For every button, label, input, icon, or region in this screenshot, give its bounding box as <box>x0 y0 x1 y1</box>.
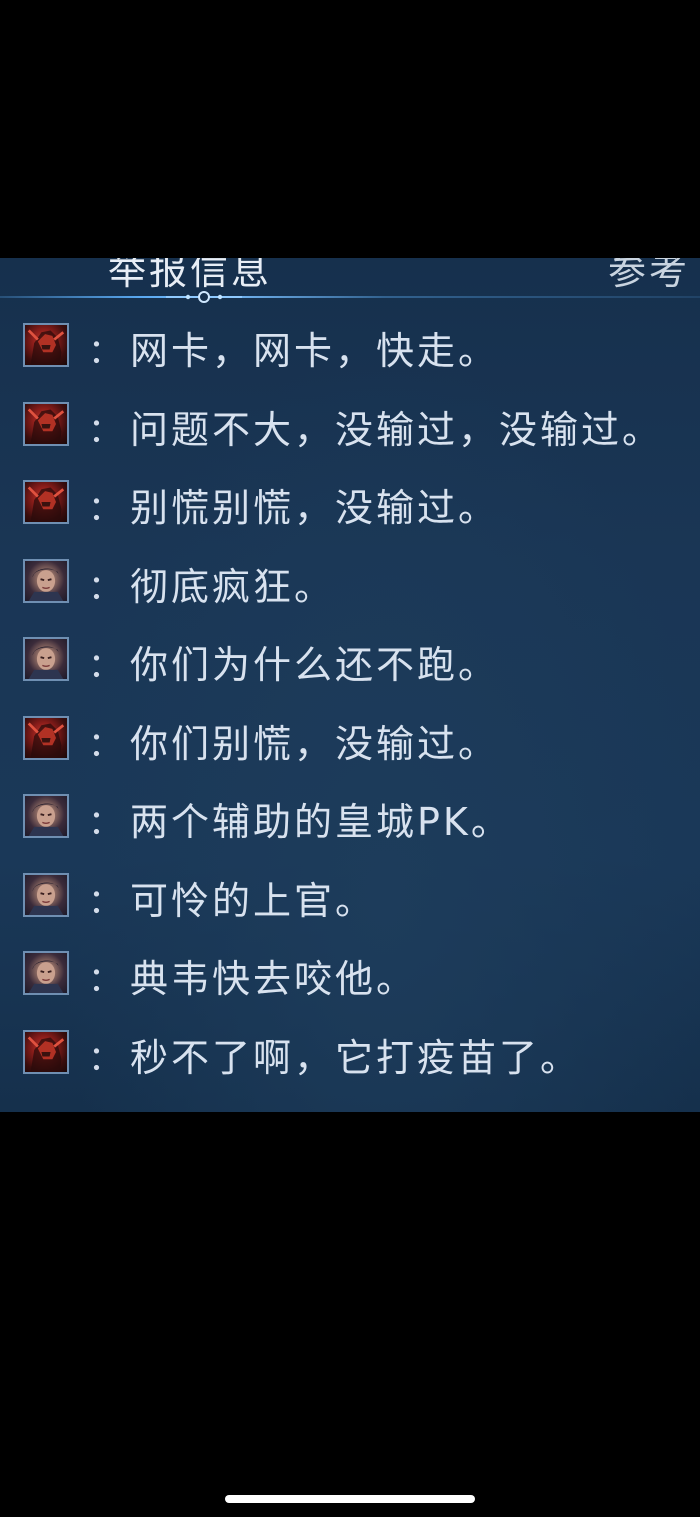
hero-avatar[interactable] <box>23 951 69 995</box>
chat-message: ： 网卡，网卡，快走。 <box>0 320 700 399</box>
hero-a-avatar-icon <box>27 486 65 522</box>
hero-b-avatar-icon <box>28 881 64 915</box>
message-text: 网卡，网卡，快走。 <box>130 329 500 373</box>
chat-message: ： 问题不大，没输过，没输过。 <box>0 399 700 478</box>
chat-message: ： 可怜的上官。 <box>0 870 700 949</box>
hero-avatar[interactable] <box>23 401 69 446</box>
separator: ： <box>88 881 122 922</box>
hero-avatar[interactable] <box>23 715 69 760</box>
chat-log-panel: 举报信息 参考 ： 网卡，网卡，快走。 ： 问题不大，没输过，没输过。 ： 别慌… <box>0 258 700 1112</box>
chat-message: ： 彻底疯狂。 <box>0 556 700 635</box>
separator: ： <box>88 646 122 686</box>
reference-tab[interactable]: 参考 <box>608 258 690 295</box>
hero-a-avatar-icon <box>27 329 65 365</box>
header-divider <box>0 296 700 298</box>
separator: ： <box>88 803 122 843</box>
hero-avatar[interactable] <box>23 794 69 838</box>
hero-b-avatar-icon <box>28 567 64 601</box>
chat-message: ： 秒不了啊，它打疫苗了。 <box>0 1027 700 1106</box>
separator: ： <box>88 960 122 1000</box>
message-text: 秒不了啊，它打疫苗了。 <box>130 1035 582 1080</box>
hero-avatar[interactable] <box>23 323 69 367</box>
hero-a-avatar-icon <box>27 721 65 758</box>
chat-message: ： 典韦快去咬他。 <box>0 948 700 1027</box>
message-text: 典韦快去咬他。 <box>130 957 418 1001</box>
message-list: ： 网卡，网卡，快走。 ： 问题不大，没输过，没输过。 ： 别慌别慌，没输过。 … <box>0 320 700 1105</box>
separator: ： <box>88 489 122 529</box>
separator: ： <box>88 724 122 765</box>
hero-avatar[interactable] <box>23 637 69 681</box>
hero-a-avatar-icon <box>27 407 65 444</box>
hero-b-avatar-icon <box>28 646 64 679</box>
divider-ornament-icon <box>166 291 242 303</box>
chat-message: ： 你们为什么还不跑。 <box>0 634 700 713</box>
message-text: 两个辅助的皇城PK。 <box>130 800 512 844</box>
panel-header: 举报信息 参考 <box>0 258 700 300</box>
separator: ： <box>88 410 122 451</box>
hero-avatar[interactable] <box>23 558 69 603</box>
hero-avatar[interactable] <box>23 1029 69 1074</box>
message-text: 别慌别慌，没输过。 <box>130 486 500 530</box>
message-text: 问题不大，没输过，没输过。 <box>130 407 664 452</box>
home-indicator[interactable] <box>225 1495 475 1503</box>
hero-avatar[interactable] <box>23 872 69 917</box>
message-text: 你们别慌，没输过。 <box>130 721 500 766</box>
separator: ： <box>88 567 122 608</box>
hero-b-avatar-icon <box>28 960 64 993</box>
hero-avatar[interactable] <box>23 480 69 524</box>
screen: 举报信息 参考 ： 网卡，网卡，快走。 ： 问题不大，没输过，没输过。 ： 别慌… <box>0 0 700 1517</box>
hero-a-avatar-icon <box>27 1035 65 1072</box>
message-text: 彻底疯狂。 <box>130 564 336 609</box>
message-text: 你们为什么还不跑。 <box>130 643 500 687</box>
message-text: 可怜的上官。 <box>130 878 377 923</box>
hero-b-avatar-icon <box>28 803 64 836</box>
separator: ： <box>88 1038 122 1079</box>
chat-message: ： 别慌别慌，没输过。 <box>0 477 700 556</box>
chat-message: ： 两个辅助的皇城PK。 <box>0 791 700 870</box>
chat-message: ： 你们别慌，没输过。 <box>0 713 700 792</box>
separator: ： <box>88 332 122 372</box>
